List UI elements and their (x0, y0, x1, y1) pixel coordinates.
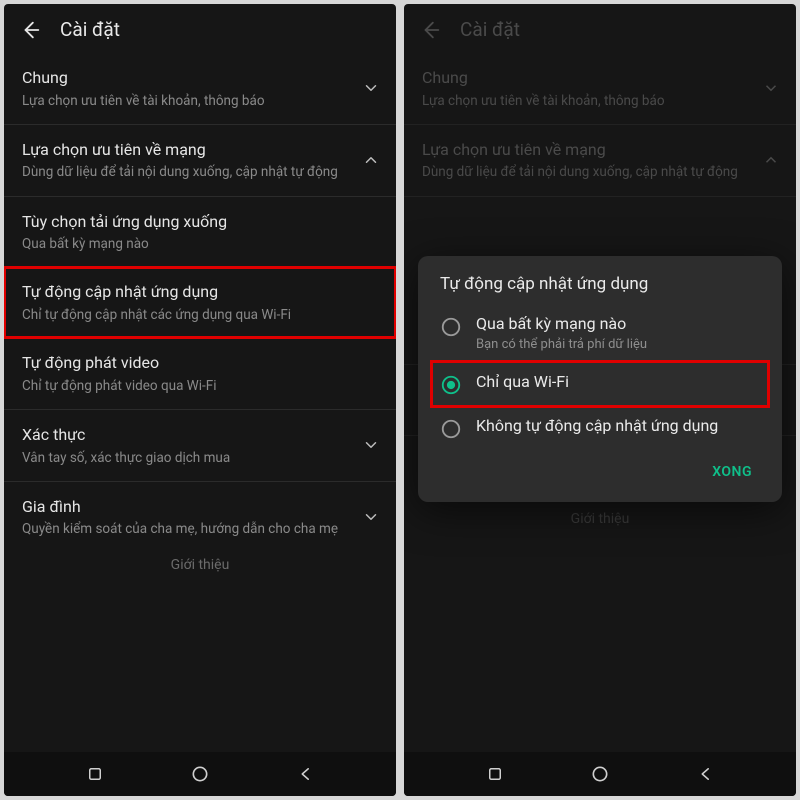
section-title: Tự động phát video (22, 352, 378, 374)
dialog-title: Tự động cập nhật ứng dụng (432, 274, 768, 304)
chevron-down-icon (360, 434, 382, 456)
option-label: Chỉ qua Wi-Fi (476, 372, 760, 393)
section-network: Lựa chọn ưu tiên về mạng Dùng dữ liệu để… (404, 125, 796, 197)
section-network[interactable]: Lựa chọn ưu tiên về mạng Dùng dữ liệu để… (4, 125, 396, 197)
section-auth[interactable]: Xác thực Vân tay số, xác thực giao dịch … (4, 410, 396, 482)
android-navbar (404, 752, 796, 796)
section-desc: Dùng dữ liệu để tải nội dung xuống, cập … (422, 163, 778, 181)
section-title: Chung (422, 67, 778, 89)
dialog-actions: XONG (432, 450, 768, 494)
section-auto-play[interactable]: Tự động phát video Chỉ tự động phát vide… (4, 338, 396, 410)
radio-unchecked-icon (440, 316, 462, 338)
section-family[interactable]: Gia đình Quyền kiểm soát của cha mẹ, hướ… (4, 482, 396, 553)
section-desc: Lựa chọn ưu tiên về tài khoản, thông báo (22, 92, 378, 110)
option-label: Không tự động cập nhật ứng dụng (476, 416, 760, 437)
nav-home-icon[interactable] (585, 759, 615, 789)
section-auto-update[interactable]: Tự động cập nhật ứng dụng Chỉ tự động cậ… (4, 267, 396, 338)
chevron-down-icon (760, 77, 782, 99)
section-desc: Dùng dữ liệu để tải nội dung xuống, cập … (22, 163, 378, 181)
option-wifi-only[interactable]: Chỉ qua Wi-Fi (432, 362, 768, 406)
section-desc: Lựa chọn ưu tiên về tài khoản, thông báo (422, 92, 778, 110)
nav-home-icon[interactable] (185, 759, 215, 789)
section-desc: Qua bất kỳ mạng nào (22, 235, 378, 253)
nav-recent-icon[interactable] (480, 759, 510, 789)
chevron-up-icon (360, 149, 382, 171)
section-title: Lựa chọn ưu tiên về mạng (22, 139, 378, 161)
nav-back-icon[interactable] (691, 759, 721, 789)
section-desc: Chỉ tự động cập nhật các ứng dụng qua Wi… (22, 306, 378, 324)
phone-right: Cài đặt Chung Lựa chọn ưu tiên về tài kh… (404, 4, 796, 796)
chevron-up-icon (760, 149, 782, 171)
chevron-down-icon (360, 77, 382, 99)
section-title: Xác thực (22, 424, 378, 446)
section-title: Chung (22, 67, 378, 89)
section-title: Lựa chọn ưu tiên về mạng (422, 139, 778, 161)
page-title: Cài đặt (460, 18, 520, 41)
nav-recent-icon[interactable] (80, 759, 110, 789)
section-hidden (404, 197, 796, 253)
option-label: Qua bất kỳ mạng nào (476, 314, 760, 335)
section-general[interactable]: Chung Lựa chọn ưu tiên về tài khoản, thô… (4, 53, 396, 125)
section-download-pref[interactable]: Tùy chọn tải ứng dụng xuống Qua bất kỳ m… (4, 197, 396, 268)
section-about-peek: Giới thiệu (404, 507, 796, 529)
chevron-down-icon (360, 506, 382, 528)
appbar: Cài đặt (4, 4, 396, 53)
page-title: Cài đặt (60, 18, 120, 41)
section-general: Chung Lựa chọn ưu tiên về tài khoản, thô… (404, 53, 796, 125)
phone-left: Cài đặt Chung Lựa chọn ưu tiên về tài kh… (4, 4, 396, 796)
android-navbar (4, 752, 396, 796)
done-button[interactable]: XONG (706, 456, 758, 488)
option-any-network[interactable]: Qua bất kỳ mạng nào Bạn có thể phải trả … (432, 304, 768, 362)
section-title: Gia đình (22, 496, 378, 518)
section-desc: Chỉ tự động phát video qua Wi-Fi (22, 377, 378, 395)
option-no-auto-update[interactable]: Không tự động cập nhật ứng dụng (432, 406, 768, 450)
back-icon[interactable] (20, 19, 42, 41)
back-icon[interactable] (420, 19, 442, 41)
auto-update-dialog: Tự động cập nhật ứng dụng Qua bất kỳ mạn… (418, 256, 782, 502)
section-desc: Vân tay số, xác thực giao dịch mua (22, 449, 378, 467)
section-title: Tự động cập nhật ứng dụng (22, 281, 378, 303)
section-about-peek: Giới thiệu (4, 553, 396, 575)
appbar: Cài đặt (404, 4, 796, 53)
section-desc: Quyền kiểm soát của cha mẹ, hướng dẫn ch… (22, 520, 378, 538)
radio-checked-icon (440, 374, 462, 396)
radio-unchecked-icon (440, 418, 462, 440)
section-title: Tùy chọn tải ứng dụng xuống (22, 211, 378, 233)
option-sub: Bạn có thể phải trả phí dữ liệu (476, 337, 760, 352)
nav-back-icon[interactable] (291, 759, 321, 789)
